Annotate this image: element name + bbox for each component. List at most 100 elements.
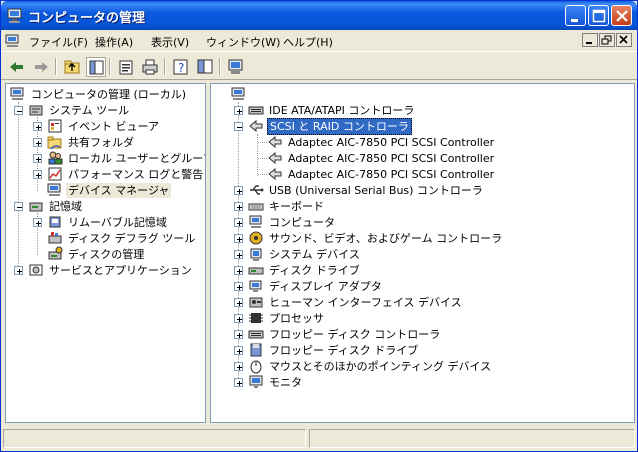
tree-item-storage[interactable]: 記憶域 <box>28 198 84 214</box>
device-category-floppy-drive[interactable]: フロッピー ディスク ドライブ <box>248 342 420 358</box>
tree-item-label: デバイス マネージャ <box>66 182 172 198</box>
device-category-system[interactable]: システム デバイス <box>248 246 362 262</box>
menu-view[interactable]: 表示(V) <box>151 34 189 50</box>
tree-item-label: ディスク デフラグ ツール <box>68 231 196 245</box>
device-scsi-controller[interactable]: Adaptec AIC-7850 PCI SCSI Controller <box>267 134 496 150</box>
tree-item-removable-storage[interactable]: リムーバブル記憶域 <box>47 214 169 230</box>
device-category-keyboard[interactable]: キーボード <box>248 198 326 214</box>
expand-toggle[interactable] <box>234 250 243 259</box>
window-title: コンピュータの管理 <box>28 11 146 26</box>
device-category-processor[interactable]: プロセッサ <box>248 310 326 326</box>
plus-icon <box>237 221 242 226</box>
forward-button[interactable] <box>31 57 51 77</box>
device-label: フロッピー ディスク ドライブ <box>269 343 419 357</box>
help-button[interactable]: ? <box>171 57 191 77</box>
plus-icon <box>36 141 41 146</box>
device-tree-root[interactable] <box>231 86 250 102</box>
device-category-disk-drives[interactable]: ディスク ドライブ <box>248 262 362 278</box>
minimize-button[interactable] <box>565 5 586 26</box>
tree-item-label: サービスとアプリケーション <box>49 263 192 277</box>
expand-toggle[interactable] <box>234 106 243 115</box>
device-scsi-controller[interactable]: Adaptec AIC-7850 PCI SCSI Controller <box>267 166 496 182</box>
tree-item-services-applications[interactable]: サービスとアプリケーション <box>28 262 194 278</box>
device-category-scsi-raid[interactable]: SCSI と RAID コントローラ <box>248 117 412 135</box>
scan-hardware-button[interactable] <box>226 57 246 77</box>
child-close-button[interactable] <box>616 33 632 47</box>
expand-toggle[interactable] <box>234 314 243 323</box>
device-label: キーボード <box>269 199 324 213</box>
properties-button[interactable] <box>116 57 136 77</box>
device-label: ヒューマン インターフェイス デバイス <box>269 295 462 309</box>
action-pane-button[interactable] <box>195 57 215 77</box>
minimize-icon <box>586 42 592 44</box>
expand-toggle[interactable] <box>234 362 243 371</box>
tree-item-shared-folders[interactable]: 共有フォルダ <box>47 134 136 150</box>
expand-toggle[interactable] <box>234 330 243 339</box>
collapse-toggle[interactable] <box>234 122 243 131</box>
tree-item-event-viewer[interactable]: イベント ビューア <box>47 118 161 134</box>
child-window-icon[interactable] <box>5 33 21 49</box>
plus-icon <box>237 365 242 370</box>
print-button[interactable] <box>140 57 160 77</box>
expand-toggle[interactable] <box>234 218 243 227</box>
expand-toggle[interactable] <box>234 186 243 195</box>
device-label: サウンド、ビデオ、およびゲーム コントローラ <box>269 231 503 245</box>
device-category-hid[interactable]: ヒューマン インターフェイス デバイス <box>248 294 464 310</box>
maximize-button[interactable] <box>588 5 609 26</box>
up-level-button[interactable] <box>62 57 82 77</box>
device-label: コンピュータ <box>269 215 335 229</box>
tree-item-local-users-groups[interactable]: ローカル ユーザーとグループ <box>47 150 205 166</box>
expand-toggle[interactable] <box>14 266 23 275</box>
device-category-floppy-controller[interactable]: フロッピー ディスク コントローラ <box>248 326 442 342</box>
menu-action[interactable]: 操作(A) <box>95 34 133 50</box>
menu-window[interactable]: ウィンドウ(W) <box>206 34 280 50</box>
expand-toggle[interactable] <box>33 170 42 179</box>
expand-toggle[interactable] <box>234 234 243 243</box>
expand-toggle[interactable] <box>33 154 42 163</box>
tree-item-computer-management[interactable]: コンピュータの管理 (ローカル) <box>10 86 188 102</box>
collapse-toggle[interactable] <box>14 106 23 115</box>
device-category-computer[interactable]: コンピュータ <box>248 214 337 230</box>
tree-item-device-manager[interactable]: デバイス マネージャ <box>47 182 172 198</box>
tree-item-disk-defragmenter[interactable]: ディスク デフラグ ツール <box>47 230 197 246</box>
device-category-mouse[interactable]: マウスとそのほかのポインティング デバイス <box>248 358 493 374</box>
expand-toggle[interactable] <box>234 202 243 211</box>
ide-controller-icon <box>248 106 264 115</box>
device-category-sound[interactable]: サウンド、ビデオ、およびゲーム コントローラ <box>248 230 504 246</box>
collapse-toggle[interactable] <box>14 202 23 211</box>
device-category-display[interactable]: ディスプレイ アダプタ <box>248 278 384 294</box>
device-label: IDE ATA/ATAPI コントローラ <box>269 103 415 117</box>
back-button[interactable] <box>7 57 27 77</box>
tree-line <box>257 134 258 176</box>
tree-item-label: 共有フォルダ <box>68 135 134 149</box>
title-bar[interactable]: コンピュータの管理 <box>1 1 637 30</box>
child-restore-button[interactable] <box>599 33 615 47</box>
expand-toggle[interactable] <box>234 378 243 387</box>
device-category-usb[interactable]: USB (Universal Serial Bus) コントローラ <box>248 182 485 198</box>
expand-toggle[interactable] <box>33 122 42 131</box>
device-category-monitor[interactable]: モニタ <box>248 374 304 390</box>
expand-toggle[interactable] <box>234 266 243 275</box>
tree-item-system-tools[interactable]: システム ツール <box>28 102 131 118</box>
expand-toggle[interactable] <box>33 218 42 227</box>
menu-help[interactable]: ヘルプ(H) <box>283 34 333 50</box>
expand-toggle[interactable] <box>234 298 243 307</box>
device-scsi-controller[interactable]: Adaptec AIC-7850 PCI SCSI Controller <box>267 150 496 166</box>
show-hide-tree-button[interactable] <box>86 57 106 77</box>
plus-icon <box>237 237 242 242</box>
tree-item-disk-management[interactable]: ディスクの管理 <box>47 246 146 262</box>
console-tree-pane[interactable]: コンピュータの管理 (ローカル) システム ツール イベント ビューア 共有フォ… <box>5 83 206 423</box>
plus-icon <box>237 301 242 306</box>
tree-item-label: リムーバブル記憶域 <box>68 215 167 229</box>
child-minimize-button[interactable] <box>582 33 598 47</box>
tree-item-performance-logs[interactable]: パフォーマンス ログと警告 <box>47 166 205 182</box>
device-tree-pane[interactable]: IDE ATA/ATAPI コントローラ SCSI と RAID コントローラ Ad… <box>210 83 635 423</box>
close-button[interactable] <box>611 5 632 26</box>
device-category-ide[interactable]: IDE ATA/ATAPI コントローラ <box>248 102 416 118</box>
expand-toggle[interactable] <box>33 138 42 147</box>
menu-file[interactable]: ファイル(F) <box>29 34 88 50</box>
expand-toggle[interactable] <box>234 282 243 291</box>
expand-toggle[interactable] <box>234 346 243 355</box>
display-adapter-icon <box>249 280 262 292</box>
tree-line <box>258 174 267 175</box>
